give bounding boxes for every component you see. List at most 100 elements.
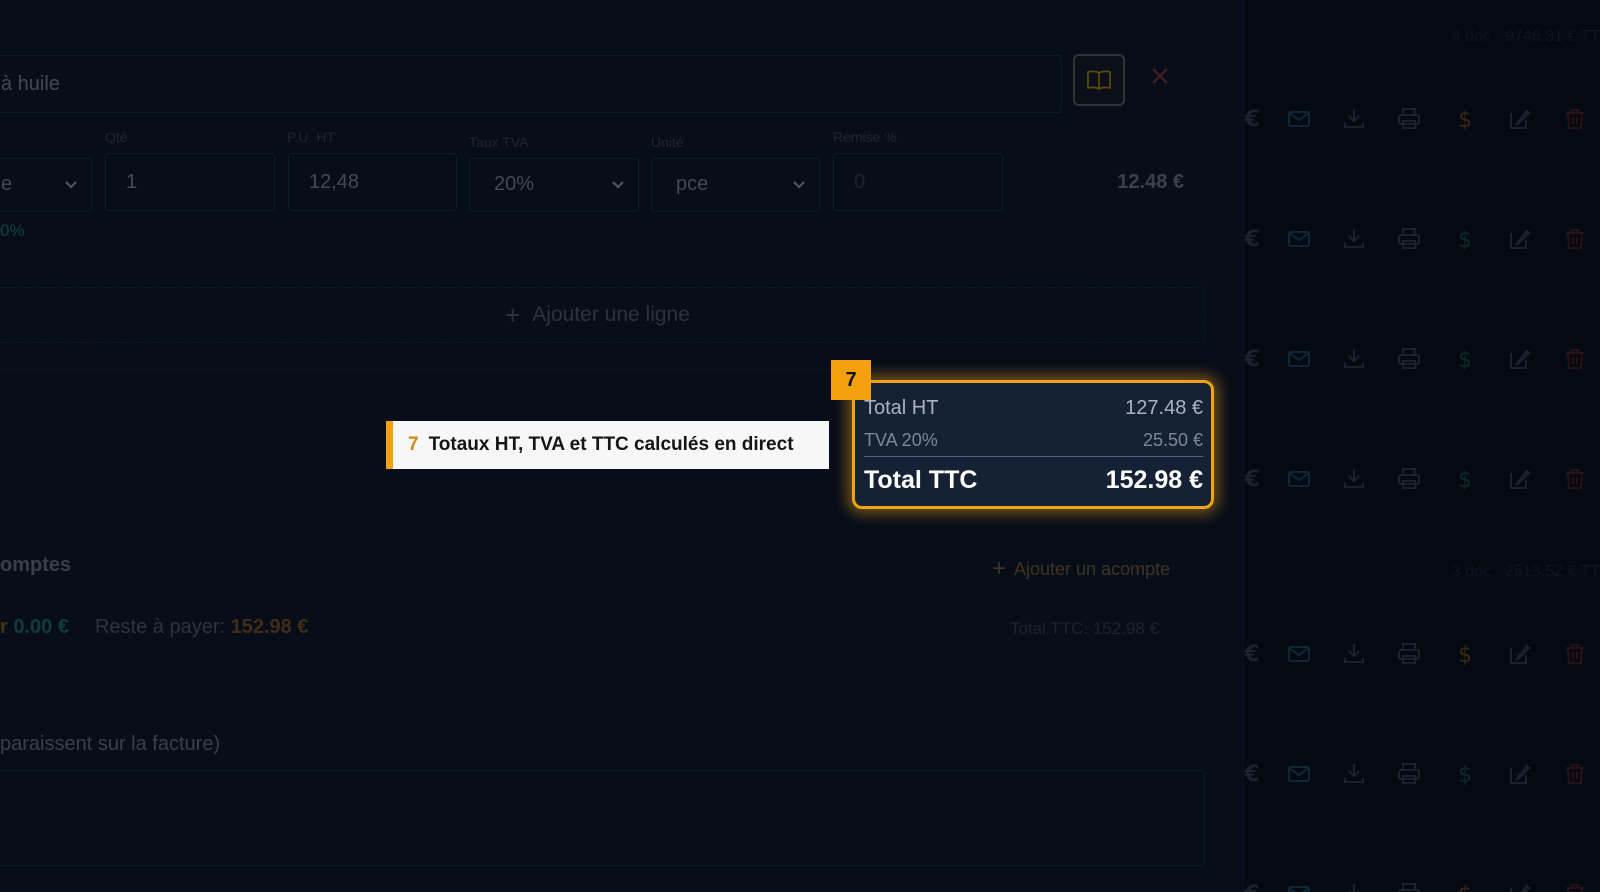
euro-icon[interactable]: €: [1243, 225, 1266, 253]
add-line-label: Ajouter une ligne: [532, 303, 690, 326]
download-icon[interactable]: [1340, 105, 1368, 133]
mail-icon[interactable]: [1285, 345, 1313, 373]
discount-input[interactable]: 0: [833, 153, 1003, 211]
tva-row: TVA 20% 25.50 €: [864, 425, 1203, 457]
dollar-icon[interactable]: $: [1451, 760, 1479, 788]
document-row: €$: [1244, 874, 1600, 892]
plus-icon: +: [505, 299, 521, 330]
trash-icon[interactable]: [1561, 760, 1589, 788]
notes-textarea[interactable]: [0, 770, 1205, 866]
document-row: €$: [1244, 459, 1600, 499]
add-line-button[interactable]: + Ajouter une ligne: [0, 287, 1205, 343]
edit-icon[interactable]: [1506, 760, 1534, 788]
mail-icon[interactable]: [1285, 225, 1313, 253]
vat-rate-select[interactable]: 20%: [469, 158, 639, 212]
rest-to-pay-value: 152.98 €: [230, 616, 309, 638]
svg-text:€: €: [1243, 762, 1259, 787]
dollar-icon[interactable]: $: [1451, 105, 1479, 133]
euro-icon[interactable]: €: [1243, 345, 1266, 373]
download-icon[interactable]: [1340, 640, 1368, 668]
totals-summary: Total HT 127.48 € TVA 20% 25.50 € Total …: [852, 380, 1214, 509]
print-icon[interactable]: [1395, 465, 1423, 493]
download-icon[interactable]: [1340, 465, 1368, 493]
vat-rate-label: Taux TVA: [469, 134, 529, 150]
add-deposit-button[interactable]: + Ajouter un acompte: [992, 555, 1170, 583]
qty-label: Qté: [105, 129, 128, 145]
print-icon[interactable]: [1395, 345, 1423, 373]
trash-icon[interactable]: [1561, 225, 1589, 253]
svg-text:$: $: [1458, 763, 1472, 788]
total-ttc-row: Total TTC 152.98 €: [864, 457, 1203, 503]
paid-amount: r 0.00 €: [0, 616, 69, 638]
print-icon[interactable]: [1395, 760, 1423, 788]
tutorial-step-badge: 7: [831, 360, 871, 400]
svg-text:€: €: [1243, 227, 1259, 252]
euro-icon[interactable]: €: [1243, 880, 1266, 892]
margin-percent: 0%: [0, 221, 25, 240]
document-row: €$: [1244, 339, 1600, 379]
download-icon[interactable]: [1340, 880, 1368, 892]
callout-text: Totaux HT, TVA et TTC calculés en direct: [428, 434, 794, 455]
dollar-icon[interactable]: $: [1451, 640, 1479, 668]
dollar-icon[interactable]: $: [1451, 345, 1479, 373]
trash-icon[interactable]: [1561, 105, 1589, 133]
edit-icon[interactable]: [1506, 105, 1534, 133]
download-icon[interactable]: [1340, 760, 1368, 788]
dollar-icon[interactable]: $: [1451, 465, 1479, 493]
unit-price-input[interactable]: 12,48: [288, 153, 457, 211]
edit-icon[interactable]: [1506, 640, 1534, 668]
dollar-icon[interactable]: $: [1451, 225, 1479, 253]
document-row: €$: [1244, 754, 1600, 794]
catalog-button[interactable]: [1073, 54, 1125, 106]
edit-icon[interactable]: [1506, 345, 1534, 373]
euro-icon[interactable]: €: [1243, 760, 1266, 788]
print-icon[interactable]: [1395, 105, 1423, 133]
trash-icon[interactable]: [1561, 640, 1589, 668]
total-ht-value: 127.48 €: [1125, 396, 1203, 419]
document-row: €$: [1244, 634, 1600, 674]
trash-icon[interactable]: [1561, 880, 1589, 892]
item-type-value: e: [1, 173, 13, 195]
mail-icon[interactable]: [1285, 465, 1313, 493]
group-summary: 3 doc · 2513.52 € TT: [1451, 563, 1600, 580]
item-description-value: à huile: [1, 73, 60, 95]
trash-icon[interactable]: [1561, 465, 1589, 493]
download-icon[interactable]: [1340, 345, 1368, 373]
euro-icon[interactable]: €: [1243, 640, 1266, 668]
mail-icon[interactable]: [1285, 105, 1313, 133]
trash-icon[interactable]: [1561, 345, 1589, 373]
svg-text:€: €: [1243, 882, 1259, 892]
edit-icon[interactable]: [1506, 465, 1534, 493]
deposit-total-ttc: Total TTC: 152.98 €: [1010, 619, 1159, 638]
print-icon[interactable]: [1395, 225, 1423, 253]
item-type-select[interactable]: e: [0, 158, 92, 212]
deposits-section-title: omptes: [0, 554, 72, 576]
svg-text:€: €: [1243, 642, 1259, 667]
svg-text:$: $: [1458, 643, 1472, 668]
mail-icon[interactable]: [1285, 640, 1313, 668]
print-icon[interactable]: [1395, 880, 1423, 892]
unit-select[interactable]: pce: [651, 158, 820, 212]
payment-summary: r 0.00 € Reste à payer: 152.98 €: [0, 616, 308, 639]
edit-icon[interactable]: [1506, 225, 1534, 253]
unit-price-label: P.U. HT: [287, 129, 335, 145]
mail-icon[interactable]: [1285, 880, 1313, 892]
close-icon[interactable]: [1149, 65, 1171, 87]
euro-icon[interactable]: €: [1243, 105, 1266, 133]
dollar-icon[interactable]: $: [1451, 880, 1479, 892]
add-deposit-label: Ajouter un acompte: [1014, 558, 1171, 579]
edit-icon[interactable]: [1506, 880, 1534, 892]
qty-input[interactable]: 1: [105, 153, 275, 211]
mail-icon[interactable]: [1285, 760, 1313, 788]
euro-icon[interactable]: €: [1244, 465, 1266, 493]
download-icon[interactable]: [1340, 225, 1368, 253]
documents-list-panel: 4 doc · 9746.31 € TT 3 doc · 2513.52 € T…: [1243, 0, 1600, 892]
line-total: 12.48 €: [1117, 171, 1184, 193]
item-description-input[interactable]: à huile: [0, 55, 1062, 113]
svg-text:$: $: [1458, 228, 1472, 253]
rest-to-pay-label: Reste à payer:: [94, 616, 226, 638]
svg-text:€: €: [1243, 107, 1259, 132]
unit-value: pce: [676, 173, 709, 195]
print-icon[interactable]: [1395, 640, 1423, 668]
svg-text:€: €: [1243, 347, 1259, 372]
